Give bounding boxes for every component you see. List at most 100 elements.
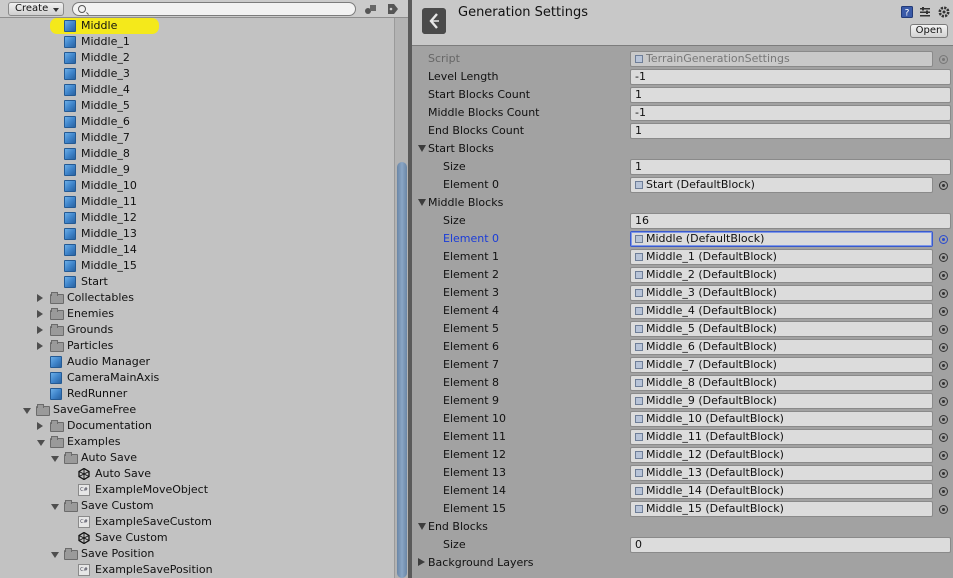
- filter-by-label-icon[interactable]: [386, 3, 400, 15]
- foldout-open-icon[interactable]: [51, 456, 59, 462]
- tree-item[interactable]: Audio Manager: [0, 354, 394, 370]
- object-field[interactable]: Middle_7 (DefaultBlock): [630, 357, 933, 373]
- help-icon[interactable]: ?: [901, 6, 913, 18]
- object-picker-icon[interactable]: [939, 325, 948, 334]
- object-field[interactable]: Middle_13 (DefaultBlock): [630, 465, 933, 481]
- open-button[interactable]: Open: [910, 24, 948, 38]
- object-field[interactable]: Middle_15 (DefaultBlock): [630, 501, 933, 517]
- tree-item[interactable]: Middle_9: [0, 162, 394, 178]
- foldout-row[interactable]: End Blocks: [412, 518, 953, 536]
- filter-by-type-icon[interactable]: [364, 3, 378, 15]
- foldout-closed-icon[interactable]: [37, 422, 43, 430]
- object-picker-icon[interactable]: [939, 451, 948, 460]
- tree-item[interactable]: Save Custom: [0, 498, 394, 514]
- foldout-closed-icon[interactable]: [37, 294, 43, 302]
- foldout-closed-icon[interactable]: [37, 342, 43, 350]
- object-field[interactable]: Middle_4 (DefaultBlock): [630, 303, 933, 319]
- object-picker-icon[interactable]: [939, 433, 948, 442]
- search-box[interactable]: [72, 2, 356, 16]
- foldout-open-icon[interactable]: [51, 552, 59, 558]
- text-field[interactable]: 0: [630, 537, 951, 553]
- project-scrollbar[interactable]: [394, 18, 408, 578]
- tree-item[interactable]: Save Position: [0, 546, 394, 562]
- foldout-open-icon[interactable]: [418, 145, 426, 152]
- object-field[interactable]: Middle_2 (DefaultBlock): [630, 267, 933, 283]
- object-picker-icon[interactable]: [939, 361, 948, 370]
- tree-item[interactable]: Middle_4: [0, 82, 394, 98]
- search-input[interactable]: [91, 3, 349, 15]
- tree-item[interactable]: Middle_12: [0, 210, 394, 226]
- tree-item[interactable]: Middle_14: [0, 242, 394, 258]
- text-field[interactable]: 1: [630, 87, 951, 103]
- tree-item[interactable]: Middle_1: [0, 34, 394, 50]
- object-field[interactable]: Middle_1 (DefaultBlock): [630, 249, 933, 265]
- foldout-row[interactable]: Background Layers: [412, 554, 953, 572]
- scroll-thumb[interactable]: [397, 162, 407, 578]
- tree-item[interactable]: Middle_2: [0, 50, 394, 66]
- tree-item[interactable]: Middle_11: [0, 194, 394, 210]
- tree-item[interactable]: Enemies: [0, 306, 394, 322]
- object-picker-icon[interactable]: [939, 379, 948, 388]
- foldout-closed-icon[interactable]: [37, 326, 43, 334]
- object-picker-icon[interactable]: [939, 487, 948, 496]
- tree-item[interactable]: Middle_15: [0, 258, 394, 274]
- tree-item[interactable]: Middle_3: [0, 66, 394, 82]
- tree-item[interactable]: Middle: [0, 18, 394, 34]
- tree-item[interactable]: CameraMainAxis: [0, 370, 394, 386]
- object-field[interactable]: Middle_12 (DefaultBlock): [630, 447, 933, 463]
- foldout-row[interactable]: Start Blocks: [412, 140, 953, 158]
- tree-item[interactable]: Auto Save: [0, 450, 394, 466]
- preset-sliders-icon[interactable]: [919, 6, 931, 18]
- foldout-closed-icon[interactable]: [37, 310, 43, 318]
- object-picker-icon[interactable]: [939, 307, 948, 316]
- tree-item[interactable]: C# ExampleSavePosition: [0, 562, 394, 578]
- text-field[interactable]: 1: [630, 159, 951, 175]
- tree-item[interactable]: SaveGameFree: [0, 402, 394, 418]
- foldout-open-icon[interactable]: [37, 440, 45, 446]
- foldout-row[interactable]: Middle Blocks: [412, 194, 953, 212]
- object-field[interactable]: Middle_9 (DefaultBlock): [630, 393, 933, 409]
- tree-item[interactable]: RedRunner: [0, 386, 394, 402]
- text-field[interactable]: 16: [630, 213, 951, 229]
- object-picker-icon[interactable]: [939, 289, 948, 298]
- tree-item[interactable]: Grounds: [0, 322, 394, 338]
- tree-item[interactable]: Examples: [0, 434, 394, 450]
- tree-item[interactable]: C# ExampleSaveCustom: [0, 514, 394, 530]
- tree-item[interactable]: Auto Save: [0, 466, 394, 482]
- object-field[interactable]: Middle_10 (DefaultBlock): [630, 411, 933, 427]
- tree-item[interactable]: Collectables: [0, 290, 394, 306]
- tree-item[interactable]: Middle_10: [0, 178, 394, 194]
- object-picker-icon[interactable]: [939, 343, 948, 352]
- object-picker-icon[interactable]: [939, 235, 948, 244]
- object-field[interactable]: Middle_14 (DefaultBlock): [630, 483, 933, 499]
- create-button[interactable]: Create: [8, 2, 64, 16]
- object-picker-icon[interactable]: [939, 253, 948, 262]
- foldout-closed-icon[interactable]: [418, 558, 425, 566]
- tree-item[interactable]: Particles: [0, 338, 394, 354]
- object-picker-icon[interactable]: [939, 415, 948, 424]
- object-field[interactable]: Middle_3 (DefaultBlock): [630, 285, 933, 301]
- object-field[interactable]: Middle_5 (DefaultBlock): [630, 321, 933, 337]
- tree-item[interactable]: Middle_5: [0, 98, 394, 114]
- tree-item[interactable]: Middle_13: [0, 226, 394, 242]
- object-field[interactable]: Middle_11 (DefaultBlock): [630, 429, 933, 445]
- object-field[interactable]: Middle_8 (DefaultBlock): [630, 375, 933, 391]
- tree-item[interactable]: Save Custom: [0, 530, 394, 546]
- object-picker-icon[interactable]: [939, 397, 948, 406]
- tree-item[interactable]: Middle_7: [0, 130, 394, 146]
- object-field[interactable]: Middle_6 (DefaultBlock): [630, 339, 933, 355]
- object-picker-icon[interactable]: [939, 505, 948, 514]
- foldout-open-icon[interactable]: [51, 504, 59, 510]
- object-picker-icon[interactable]: [939, 469, 948, 478]
- tree-item[interactable]: Start: [0, 274, 394, 290]
- tree-item[interactable]: Documentation: [0, 418, 394, 434]
- foldout-open-icon[interactable]: [418, 523, 426, 530]
- text-field[interactable]: -1: [630, 69, 951, 85]
- tree-item[interactable]: Middle_6: [0, 114, 394, 130]
- foldout-open-icon[interactable]: [23, 408, 31, 414]
- object-picker-icon[interactable]: [939, 271, 948, 280]
- tree-item[interactable]: C# ExampleMoveObject: [0, 482, 394, 498]
- foldout-open-icon[interactable]: [418, 199, 426, 206]
- gear-icon[interactable]: [937, 5, 951, 19]
- tree-item[interactable]: Middle_8: [0, 146, 394, 162]
